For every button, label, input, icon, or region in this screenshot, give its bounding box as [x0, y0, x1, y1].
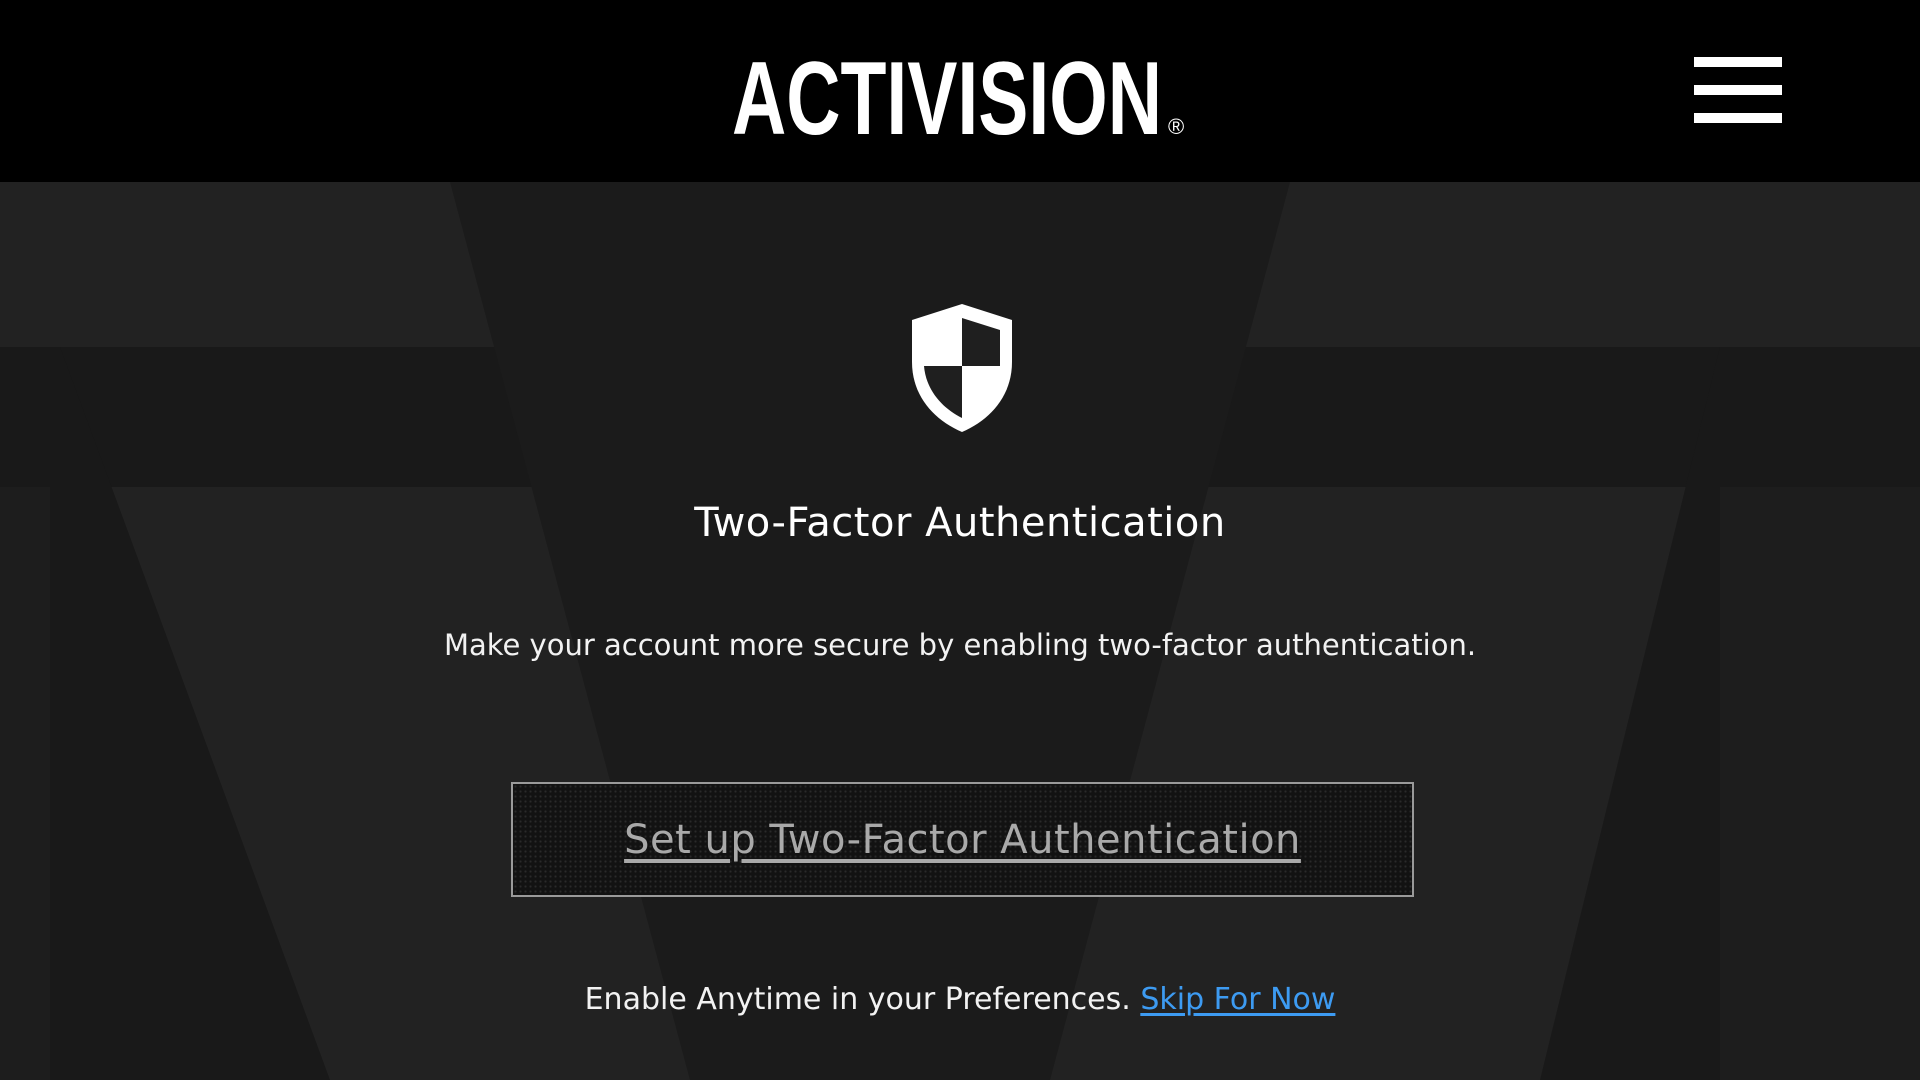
shield-icon [904, 300, 1020, 436]
footer-note: Enable Anytime in your Preferences. Skip… [0, 982, 1920, 1017]
setup-2fa-button-label: Set up Two-Factor Authentication [624, 816, 1301, 863]
hamburger-menu-icon[interactable] [1690, 54, 1782, 128]
menu-bar [1694, 85, 1782, 95]
page-title: Two-Factor Authentication [694, 500, 1226, 546]
activision-logo[interactable]: ACTIVISION ® [728, 30, 1198, 150]
logo-text: ACTIVISION [732, 41, 1162, 150]
setup-2fa-button[interactable]: Set up Two-Factor Authentication [511, 782, 1414, 897]
site-header: ACTIVISION ® [0, 0, 1920, 182]
menu-bar [1694, 57, 1782, 67]
activision-wordmark: ACTIVISION ® [732, 41, 1184, 150]
main-content: Two-Factor Authentication Make your acco… [0, 182, 1920, 1080]
registered-mark: ® [1168, 114, 1184, 139]
footer-note-text: Enable Anytime in your Preferences. [584, 982, 1131, 1017]
skip-for-now-link[interactable]: Skip For Now [1140, 982, 1335, 1017]
page-description: Make your account more secure by enablin… [443, 628, 1477, 662]
menu-bar [1694, 113, 1782, 123]
